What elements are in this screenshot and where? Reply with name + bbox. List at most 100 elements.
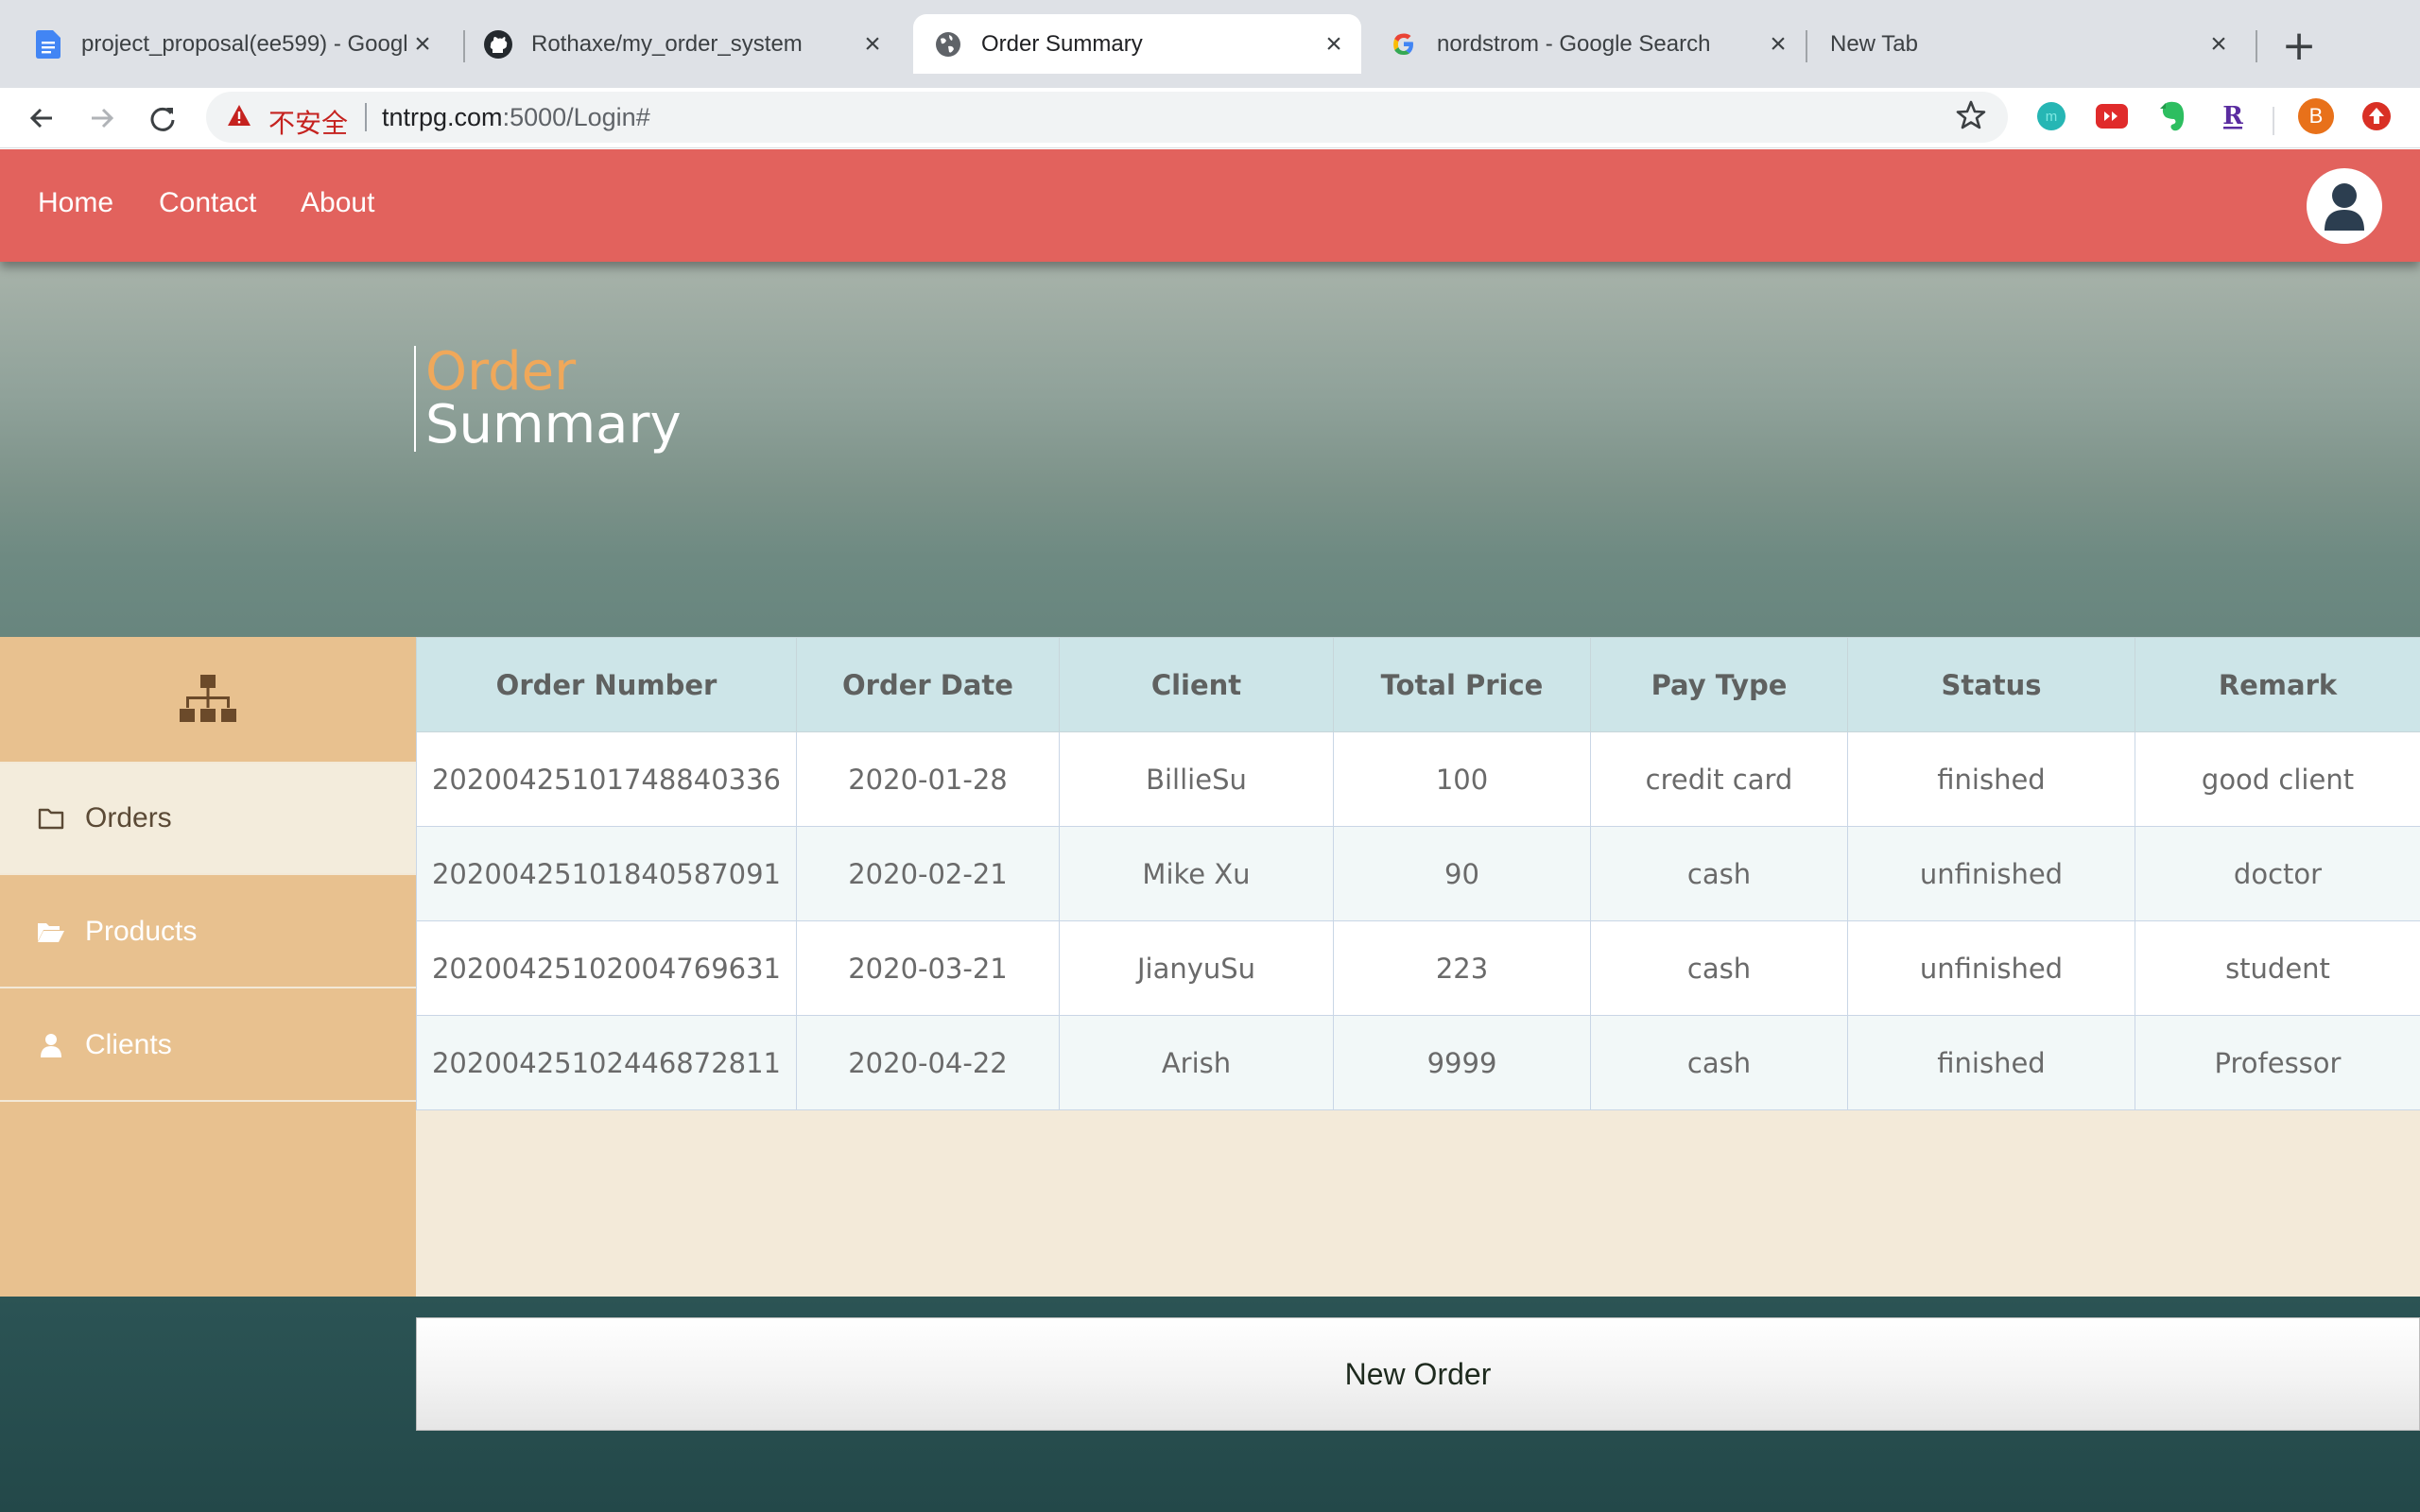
browser-toolbar: 不安全 tntrpg.com:5000/Login# m R B xyxy=(0,88,2420,148)
close-icon[interactable]: × xyxy=(2203,28,2235,60)
address-bar[interactable]: 不安全 tntrpg.com:5000/Login# xyxy=(206,92,2008,143)
close-icon[interactable]: × xyxy=(406,28,439,60)
page-title-line1: Order xyxy=(425,341,577,403)
table-row[interactable]: 20200425102446872811 2020-04-22 Arish 99… xyxy=(416,1015,2420,1110)
sidebar-item-label: Orders xyxy=(85,802,172,833)
sidebar-item-orders[interactable]: Orders xyxy=(0,764,416,875)
remark-cell: Professor xyxy=(2135,1015,2420,1110)
status-cell: finished xyxy=(1847,731,2135,827)
google-docs-icon xyxy=(34,29,62,59)
user-avatar-button[interactable] xyxy=(2307,168,2382,244)
remark-cell: good client xyxy=(2135,731,2420,827)
table-header-row: Order Number Order Date Client Total Pri… xyxy=(416,637,2420,732)
tab-title: Rothaxe/my_order_system xyxy=(531,30,803,57)
page-body: Home Contact About Order Summary Orders … xyxy=(0,149,2420,1512)
order-date-cell: 2020-02-21 xyxy=(796,826,1060,921)
youtube-extension-icon[interactable] xyxy=(2093,97,2131,135)
browser-tabstrip: project_proposal(ee599) - Google Docs × … xyxy=(0,0,2420,88)
extension-r-icon[interactable]: R xyxy=(2214,97,2252,135)
table-row[interactable]: 20200425101748840336 2020-01-28 BillieSu… xyxy=(416,731,2420,827)
github-icon xyxy=(484,29,512,59)
column-header: Client xyxy=(1059,637,1334,732)
tab-title: nordstrom - Google Search xyxy=(1437,30,1711,57)
close-icon[interactable]: × xyxy=(1762,28,1794,60)
column-header: Total Price xyxy=(1333,637,1591,732)
new-tab-button[interactable]: + xyxy=(2278,22,2320,70)
svg-text:m: m xyxy=(2046,109,2058,125)
forward-button[interactable] xyxy=(81,97,123,139)
page-title-line2: Summary xyxy=(425,394,682,455)
client-cell: Mike Xu xyxy=(1059,826,1334,921)
tab-order-summary[interactable]: Order Summary × xyxy=(913,14,1361,74)
tab-title: project_proposal(ee599) - Google Docs xyxy=(81,30,406,57)
bookmark-star-icon[interactable] xyxy=(1955,99,1987,135)
total-price-cell: 9999 xyxy=(1333,1015,1591,1110)
order-date-cell: 2020-01-28 xyxy=(796,731,1060,827)
order-date-cell: 2020-04-22 xyxy=(796,1015,1060,1110)
tab-github[interactable]: Rothaxe/my_order_system × xyxy=(463,14,900,74)
toolbar-separator xyxy=(2273,107,2274,135)
column-header: Order Number xyxy=(416,637,797,732)
google-icon xyxy=(1390,30,1418,59)
reload-button[interactable] xyxy=(142,97,183,139)
total-price-cell: 90 xyxy=(1333,826,1591,921)
pay-type-cell: cash xyxy=(1590,826,1848,921)
url-host: tntrpg.com xyxy=(382,103,503,131)
sidebar-item-products[interactable]: Products xyxy=(0,877,416,988)
orders-panel: Order Number Order Date Client Total Pri… xyxy=(416,637,2420,1297)
close-icon[interactable]: × xyxy=(856,28,889,60)
client-cell: BillieSu xyxy=(1059,731,1334,827)
tab-separator xyxy=(1806,30,1807,62)
sidebar-header xyxy=(0,637,416,764)
nav-contact-link[interactable]: Contact xyxy=(159,187,256,219)
table-row[interactable]: 20200425101840587091 2020-02-21 Mike Xu … xyxy=(416,826,2420,921)
tab-new-tab[interactable]: New Tab × xyxy=(1809,14,2246,74)
tab-separator xyxy=(2256,30,2257,62)
folder-icon xyxy=(36,804,66,833)
orders-table: Order Number Order Date Client Total Pri… xyxy=(416,637,2420,1110)
column-header: Order Date xyxy=(796,637,1060,732)
column-header: Remark xyxy=(2135,637,2420,732)
close-icon[interactable]: × xyxy=(1318,28,1350,60)
top-navbar: Home Contact About xyxy=(0,149,2420,262)
new-order-button[interactable]: New Order xyxy=(416,1317,2420,1431)
user-icon xyxy=(36,1031,66,1059)
pay-type-cell: credit card xyxy=(1590,731,1848,827)
column-header: Status xyxy=(1847,637,2135,732)
security-label[interactable]: 不安全 xyxy=(268,103,348,141)
tab-title: Order Summary xyxy=(981,30,1143,57)
page-title: Order Summary xyxy=(414,346,682,452)
nav-about-link[interactable]: About xyxy=(301,187,374,219)
total-price-cell: 100 xyxy=(1333,731,1591,827)
sidebar-item-clients[interactable]: Clients xyxy=(0,990,416,1102)
user-icon xyxy=(2325,183,2364,231)
client-cell: JianyuSu xyxy=(1059,920,1334,1016)
sitemap-icon xyxy=(180,675,236,722)
column-header: Pay Type xyxy=(1590,637,1848,732)
order-number-cell: 20200425102004769631 xyxy=(416,920,797,1016)
table-row[interactable]: 20200425102004769631 2020-03-21 JianyuSu… xyxy=(416,920,2420,1016)
remark-cell: doctor xyxy=(2135,826,2420,921)
globe-icon xyxy=(934,30,962,59)
total-price-cell: 223 xyxy=(1333,920,1591,1016)
order-number-cell: 20200425101748840336 xyxy=(416,731,797,827)
update-icon[interactable] xyxy=(2358,97,2395,135)
sidebar: Orders Products Clients xyxy=(0,637,416,1297)
profile-avatar[interactable]: B xyxy=(2297,97,2335,135)
evernote-icon[interactable] xyxy=(2153,97,2191,135)
client-cell: Arish xyxy=(1059,1015,1334,1110)
order-date-cell: 2020-03-21 xyxy=(796,920,1060,1016)
back-button[interactable] xyxy=(21,97,62,139)
reload-icon xyxy=(150,107,175,131)
extension-m-icon[interactable]: m xyxy=(2032,97,2070,135)
nav-home-link[interactable]: Home xyxy=(38,187,113,219)
order-number-cell: 20200425101840587091 xyxy=(416,826,797,921)
warning-icon[interactable] xyxy=(227,104,251,130)
url-text[interactable]: tntrpg.com:5000/Login# xyxy=(382,103,650,132)
sidebar-item-label: Clients xyxy=(85,1029,172,1060)
tab-google-search[interactable]: nordstrom - Google Search × xyxy=(1369,14,1806,74)
tab-google-docs[interactable]: project_proposal(ee599) - Google Docs × xyxy=(13,14,450,74)
pay-type-cell: cash xyxy=(1590,920,1848,1016)
status-cell: unfinished xyxy=(1847,920,2135,1016)
status-cell: finished xyxy=(1847,1015,2135,1110)
